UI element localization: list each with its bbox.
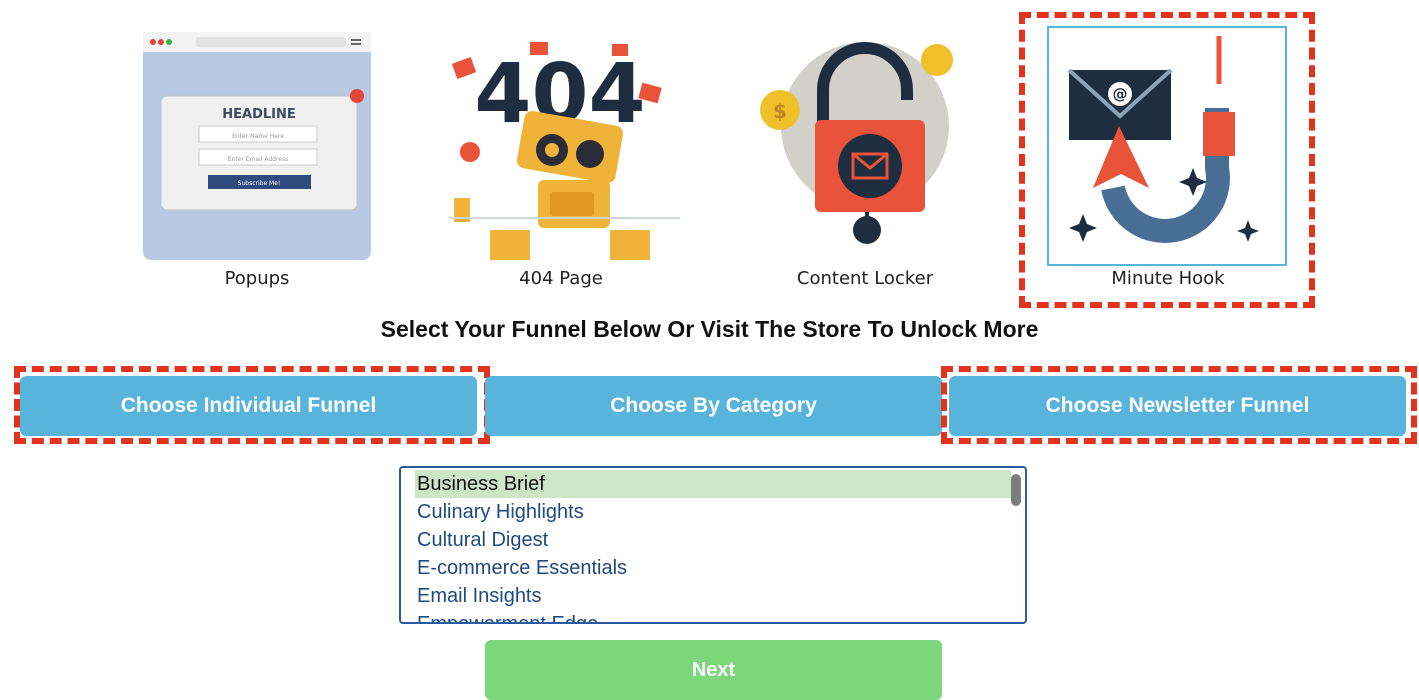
padlock-icon: $ <box>760 42 953 244</box>
svg-text:Enter Email Address: Enter Email Address <box>228 156 288 163</box>
list-item[interactable]: Business Brief <box>415 470 1011 498</box>
list-item[interactable]: Cultural Digest <box>401 526 1025 554</box>
404-page-thumbnail[interactable]: 404 <box>440 30 680 262</box>
minute-hook-thumbnail[interactable]: @ <box>1047 26 1287 266</box>
tile-label-popups: Popups <box>224 268 290 289</box>
svg-text:Enter Name Here: Enter Name Here <box>232 133 284 140</box>
tile-label-404-page: 404 Page <box>519 268 603 289</box>
svg-text:Subscribe Me!: Subscribe Me! <box>238 180 281 187</box>
choose-individual-funnel-button[interactable]: Choose Individual Funnel <box>20 376 477 436</box>
tile-label-content-locker: Content Locker <box>796 268 934 289</box>
list-item[interactable]: Culinary Highlights <box>401 498 1025 526</box>
list-item[interactable]: E-commerce Essentials <box>401 554 1025 582</box>
list-item[interactable]: Email Insights <box>401 582 1025 610</box>
tile-label-minute-hook: Minute Hook <box>1111 268 1225 289</box>
choose-by-category-button[interactable]: Choose By Category <box>485 376 942 436</box>
svg-text:$: $ <box>773 99 787 123</box>
list-scrollbar[interactable] <box>1011 474 1021 506</box>
page-heading: Select Your Funnel Below Or Visit The St… <box>380 316 1039 342</box>
content-locker-thumbnail[interactable]: $ <box>745 30 985 262</box>
svg-text:HEADLINE: HEADLINE <box>222 107 296 122</box>
robot-404-icon: 404 <box>450 42 680 260</box>
next-button[interactable]: Next <box>485 640 942 700</box>
popup-window-icon: HEADLINE Enter Name Here Enter Email Add… <box>143 32 371 260</box>
list-item[interactable]: Empowerment Edge <box>401 610 1025 622</box>
svg-text:@: @ <box>1113 85 1128 103</box>
choose-newsletter-funnel-button[interactable]: Choose Newsletter Funnel <box>949 376 1406 436</box>
popups-thumbnail[interactable]: HEADLINE Enter Name Here Enter Email Add… <box>141 30 373 262</box>
newsletter-listbox[interactable]: Business Brief Culinary Highlights Cultu… <box>399 466 1027 624</box>
email-hook-icon: @ <box>1067 36 1259 243</box>
